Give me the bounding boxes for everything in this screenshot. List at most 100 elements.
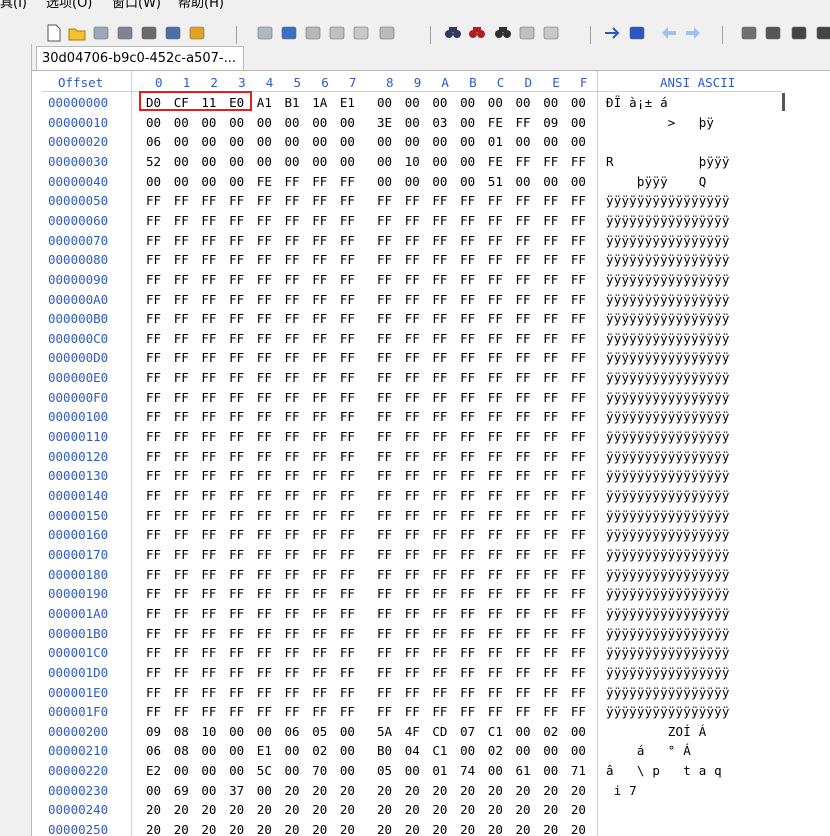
hex-byte[interactable]: FF xyxy=(432,704,447,719)
properties-icon[interactable] xyxy=(164,24,182,42)
hex-byte[interactable]: FF xyxy=(405,233,420,248)
hex-byte[interactable]: FF xyxy=(460,409,475,424)
hex-byte[interactable]: 00 xyxy=(432,95,447,110)
hex-byte[interactable]: FF xyxy=(340,331,355,346)
hex-byte[interactable]: FF xyxy=(201,233,216,248)
hex-byte[interactable]: 20 xyxy=(432,783,447,798)
hex-byte[interactable]: FF xyxy=(146,508,161,523)
hex-byte[interactable]: FF xyxy=(229,449,244,464)
hex-byte[interactable]: 00 xyxy=(229,174,244,189)
hex-byte[interactable]: FF xyxy=(201,331,216,346)
hex-byte[interactable]: FF xyxy=(229,468,244,483)
hex-byte[interactable]: FF xyxy=(516,350,531,365)
hex-byte[interactable]: FF xyxy=(571,331,586,346)
hex-byte[interactable]: FF xyxy=(405,350,420,365)
hex-byte[interactable]: FF xyxy=(460,429,475,444)
hex-byte[interactable]: 00 xyxy=(340,743,355,758)
hex-byte[interactable]: 20 xyxy=(229,822,244,836)
hex-byte[interactable]: FF xyxy=(543,370,558,385)
hex-byte[interactable]: 00 xyxy=(146,174,161,189)
hex-byte[interactable]: FF xyxy=(146,645,161,660)
hex-byte[interactable]: FF xyxy=(174,233,189,248)
hex-byte[interactable]: FF xyxy=(377,193,392,208)
hex-byte[interactable]: 00 xyxy=(516,95,531,110)
hex-byte[interactable]: FF xyxy=(405,252,420,267)
hex-byte[interactable]: 00 xyxy=(460,174,475,189)
hex-byte[interactable]: FF xyxy=(432,292,447,307)
disk-edit-icon[interactable] xyxy=(764,24,782,42)
hex-byte[interactable]: FF xyxy=(405,292,420,307)
hex-byte[interactable]: FF xyxy=(257,468,272,483)
hex-byte[interactable]: FF xyxy=(229,311,244,326)
hex-byte[interactable]: 00 xyxy=(516,724,531,739)
hex-byte[interactable]: 02 xyxy=(488,743,503,758)
hex-byte[interactable]: FF xyxy=(543,527,558,542)
hex-byte[interactable]: FF xyxy=(201,665,216,680)
hex-byte[interactable]: FF xyxy=(285,645,300,660)
hex-byte[interactable]: 00 xyxy=(377,174,392,189)
hex-byte[interactable]: 00 xyxy=(432,174,447,189)
hex-byte[interactable]: 00 xyxy=(405,763,420,778)
hex-byte[interactable]: FF xyxy=(257,370,272,385)
hex-byte[interactable]: 00 xyxy=(257,783,272,798)
hex-byte[interactable]: FF xyxy=(312,508,327,523)
hex-byte[interactable]: FF xyxy=(201,468,216,483)
hex-byte[interactable]: 20 xyxy=(377,783,392,798)
hex-byte[interactable]: FF xyxy=(571,586,586,601)
file-tab[interactable]: 30d04706-b9c0-452c-a507-... xyxy=(36,46,244,70)
hex-editor[interactable]: Offset 0123456789ABCDEF ANSI ASCII 00000… xyxy=(32,71,830,836)
hex-byte[interactable]: FF xyxy=(340,665,355,680)
hex-byte[interactable]: 00 xyxy=(285,134,300,149)
hex-byte[interactable]: 20 xyxy=(543,802,558,817)
hex-byte[interactable]: 20 xyxy=(146,802,161,817)
hex-byte[interactable]: FF xyxy=(377,468,392,483)
hex-byte[interactable]: FF xyxy=(377,665,392,680)
hex-byte[interactable]: FF xyxy=(460,213,475,228)
open-folder-icon[interactable] xyxy=(68,24,86,42)
hex-byte[interactable]: FF xyxy=(516,449,531,464)
hex-byte[interactable]: 71 xyxy=(571,763,586,778)
hex-byte[interactable]: FF xyxy=(229,606,244,621)
hex-byte[interactable]: FF xyxy=(432,685,447,700)
hex-byte[interactable]: FF xyxy=(201,547,216,562)
hex-byte[interactable]: FF xyxy=(340,508,355,523)
hex-byte[interactable]: FF xyxy=(229,488,244,503)
hex-byte[interactable]: FF xyxy=(543,645,558,660)
hex-byte[interactable]: FF xyxy=(312,704,327,719)
hex-byte[interactable]: FF xyxy=(488,213,503,228)
hex-byte[interactable]: FF xyxy=(516,429,531,444)
hex-byte[interactable]: 20 xyxy=(543,783,558,798)
hex-byte[interactable]: FF xyxy=(571,468,586,483)
hex-byte[interactable]: FF xyxy=(146,213,161,228)
hex-byte[interactable]: 00 xyxy=(257,154,272,169)
hex-byte[interactable]: FF xyxy=(543,311,558,326)
hex-byte[interactable]: FF xyxy=(377,233,392,248)
hex-byte[interactable]: FF xyxy=(229,704,244,719)
hex-byte[interactable]: 20 xyxy=(257,822,272,836)
hex-byte[interactable]: FF xyxy=(229,586,244,601)
hex-byte[interactable]: FF xyxy=(432,508,447,523)
hex-byte[interactable]: 00 xyxy=(571,743,586,758)
hex-byte[interactable]: FF xyxy=(543,154,558,169)
hex-byte[interactable]: FF xyxy=(257,508,272,523)
hex-byte[interactable]: FF xyxy=(488,527,503,542)
replace-hex-icon[interactable] xyxy=(542,24,560,42)
hex-byte[interactable]: FF xyxy=(312,685,327,700)
hex-byte[interactable]: FF xyxy=(432,213,447,228)
hex-byte[interactable]: 01 xyxy=(488,134,503,149)
hex-byte[interactable]: FF xyxy=(146,370,161,385)
hex-byte[interactable]: FF xyxy=(174,626,189,641)
hex-byte[interactable]: 08 xyxy=(174,743,189,758)
hex-byte[interactable]: FF xyxy=(257,409,272,424)
hex-byte[interactable]: FF xyxy=(146,390,161,405)
hex-byte[interactable]: FF xyxy=(432,193,447,208)
hex-byte[interactable]: FF xyxy=(377,685,392,700)
hex-byte[interactable]: FF xyxy=(405,409,420,424)
hex-byte[interactable]: FF xyxy=(460,665,475,680)
hex-byte[interactable]: 20 xyxy=(340,802,355,817)
hex-byte[interactable]: FF xyxy=(405,193,420,208)
hex-byte[interactable]: 5A xyxy=(377,724,392,739)
hex-byte[interactable]: FF xyxy=(516,390,531,405)
hex-byte[interactable]: FF xyxy=(516,331,531,346)
hex-byte[interactable]: FF xyxy=(285,488,300,503)
